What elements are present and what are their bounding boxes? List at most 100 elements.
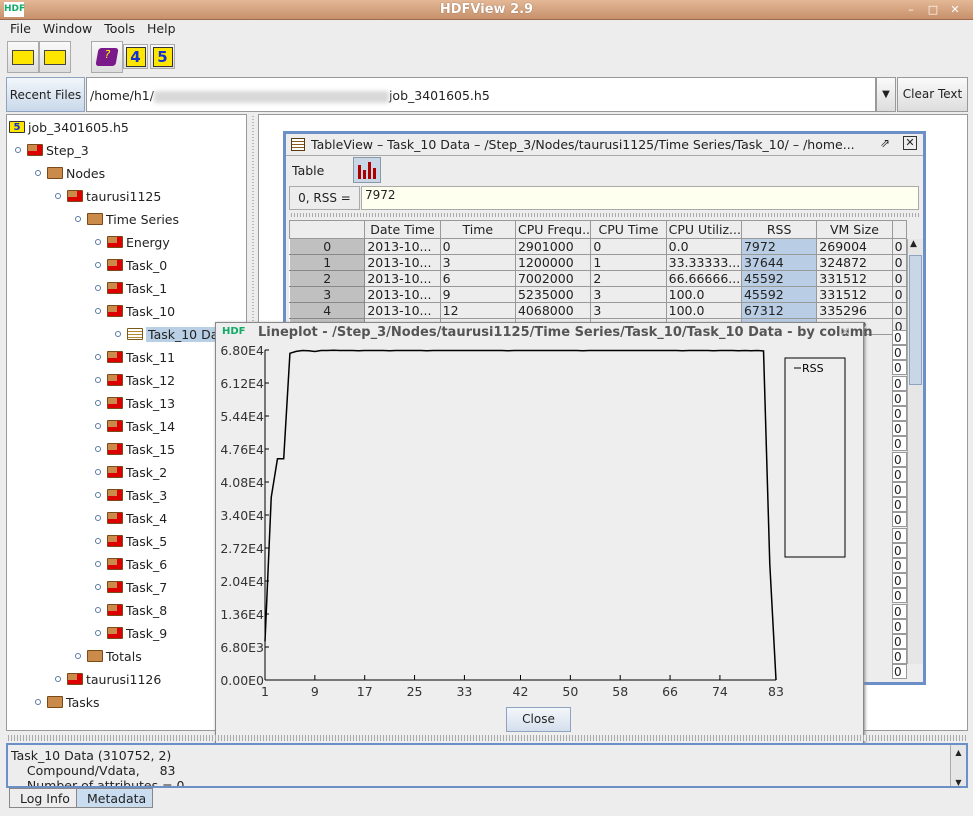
table-cell[interactable]: 0.0 [665, 238, 742, 255]
chart-button[interactable] [353, 157, 381, 183]
table-row[interactable]: 0 2013-10... 0 2901000 0 0.0 7972 269004 0 [288, 238, 908, 255]
table-cell[interactable]: 1 [590, 254, 667, 271]
tree-toggle-icon[interactable] [95, 607, 101, 613]
table-cell[interactable]: 0 [892, 618, 907, 634]
table-cell[interactable]: 67312 [740, 302, 818, 319]
table-cell[interactable]: 100.0 [665, 286, 742, 303]
table-cell[interactable]: 7972 [740, 238, 818, 255]
tree-toggle-icon[interactable] [75, 216, 81, 222]
tree-toggle-icon[interactable] [95, 262, 101, 268]
recent-files-button[interactable]: Recent Files [6, 77, 85, 112]
close-dialog-icon[interactable]: ✕ [840, 325, 851, 340]
tree-node[interactable]: Task_15 [95, 440, 175, 458]
table-row[interactable]: 2 2013-10... 6 7002000 2 66.66666... 45592 3315… [288, 270, 908, 287]
tree-toggle-icon[interactable] [95, 423, 101, 429]
table-cell[interactable]: 331512 [816, 270, 893, 287]
table-cell[interactable]: 0 [892, 664, 907, 680]
table-cell[interactable]: 1200000 [514, 254, 592, 271]
tree-node[interactable]: Task_8 [95, 601, 167, 619]
tab-log-info[interactable]: Log Info [9, 788, 81, 808]
table-cell[interactable]: 100.0 [665, 302, 742, 319]
table-cell[interactable]: 3 [439, 254, 516, 271]
table-cell[interactable]: 0 [439, 238, 516, 255]
tree-node[interactable]: taurusi1126 [55, 670, 161, 688]
data-table[interactable]: Date Time Time CPU Frequ... CPU Time CPU Uti… [288, 220, 908, 335]
tree-toggle-icon[interactable] [115, 331, 121, 337]
table-cell[interactable]: 0 [891, 286, 908, 303]
tree-node[interactable]: Task_14 [95, 417, 175, 435]
table-cell[interactable]: 6 [439, 270, 516, 287]
table-cell[interactable]: 0 [892, 634, 907, 649]
tree-toggle-icon[interactable] [95, 400, 101, 406]
path-dropdown-button[interactable]: ▼ [876, 77, 896, 112]
file-tree[interactable]: 5 job_3401605.h5 Step_3 Nodes taurusi1125 Tim… [6, 114, 247, 731]
tree-node[interactable]: Task_1 [95, 279, 167, 297]
tree-toggle-icon[interactable] [95, 584, 101, 590]
tree-toggle-icon[interactable] [95, 354, 101, 360]
tree-node[interactable]: Step_3 [15, 141, 89, 159]
column-header[interactable] [288, 220, 366, 239]
hdf5-library-button[interactable]: 5 [150, 44, 175, 69]
bottom-split-divider[interactable] [6, 735, 968, 741]
vertical-scrollbar[interactable]: ▲ [907, 239, 923, 664]
maximize-frame-icon[interactable]: ⇗ [880, 136, 890, 150]
column-header[interactable]: CPU Time [590, 220, 667, 239]
tree-toggle-icon[interactable] [75, 653, 81, 659]
table-cell[interactable]: 0 [892, 542, 907, 558]
info-scrollbar[interactable]: ▲ ▼ [950, 745, 966, 786]
table-cell[interactable]: 45592 [740, 286, 818, 303]
maximize-button[interactable]: □ [926, 3, 940, 16]
column-header[interactable]: VM Size [816, 220, 893, 239]
table-cell[interactable]: 0 [892, 451, 907, 467]
tree-toggle-icon[interactable] [55, 676, 61, 682]
table-cell[interactable]: 2901000 [514, 238, 592, 255]
tree-node[interactable]: Task_9 [95, 624, 167, 642]
help-button[interactable]: ? [91, 41, 123, 73]
row-header[interactable]: 0 [288, 238, 366, 255]
tree-node[interactable]: Task_12 [95, 371, 175, 389]
column-header[interactable] [891, 220, 908, 239]
minimize-button[interactable]: – [904, 3, 918, 16]
tree-node[interactable]: Tasks [35, 693, 100, 711]
table-cell[interactable]: 0 [892, 497, 907, 513]
tree-toggle-icon[interactable] [55, 193, 61, 199]
table-cell[interactable]: 2013-10... [364, 238, 441, 255]
table-cell[interactable]: 3 [590, 302, 667, 319]
table-cell[interactable]: 0 [892, 375, 907, 391]
clear-text-button[interactable]: Clear Text [897, 77, 968, 112]
table-cell[interactable]: 2 [590, 270, 667, 287]
menu-tools[interactable]: Tools [98, 20, 141, 38]
tree-toggle-icon[interactable] [95, 561, 101, 567]
cell-value-input[interactable]: 7972 [361, 186, 919, 210]
table-cell[interactable]: 4068000 [514, 302, 592, 319]
table-cell[interactable]: 0 [892, 527, 907, 543]
tree-toggle-icon[interactable] [15, 147, 21, 153]
menu-help[interactable]: Help [141, 20, 182, 38]
table-cell[interactable]: 33.33333... [665, 254, 742, 271]
table-cell[interactable]: 0 [892, 345, 907, 361]
scrollbar-thumb[interactable] [909, 255, 922, 385]
tree-toggle-icon[interactable] [95, 446, 101, 452]
table-cell[interactable]: 2013-10... [364, 270, 441, 287]
column-header[interactable]: CPU Frequ... [514, 220, 592, 239]
tree-node[interactable]: Totals [75, 647, 142, 665]
scroll-up-icon[interactable]: ▲ [910, 239, 917, 249]
table-cell[interactable]: 0 [892, 360, 907, 376]
table-cell[interactable]: 66.66666... [665, 270, 742, 287]
tree-node[interactable]: Task_5 [95, 532, 167, 550]
tree-node[interactable]: Task_13 [95, 394, 175, 412]
tree-toggle-icon[interactable] [35, 170, 41, 176]
row-header[interactable]: 3 [288, 286, 366, 303]
tree-node[interactable]: taurusi1125 [55, 187, 161, 205]
table-cell[interactable]: 2013-10... [364, 286, 441, 303]
table-cell[interactable]: 7002000 [514, 270, 592, 287]
tree-node[interactable]: Task_11 [95, 348, 175, 366]
table-cell[interactable]: 0 [892, 573, 907, 589]
file-path-input[interactable]: /home/h1/job_3401605.h5 [86, 77, 876, 112]
row-header[interactable]: 2 [288, 270, 366, 287]
table-cell[interactable]: 0 [892, 390, 907, 406]
table-cell[interactable]: 9 [439, 286, 516, 303]
table-cell[interactable]: 0 [892, 482, 907, 497]
table-cell[interactable]: 0 [892, 436, 907, 452]
tree-node[interactable]: Time Series [75, 210, 179, 228]
